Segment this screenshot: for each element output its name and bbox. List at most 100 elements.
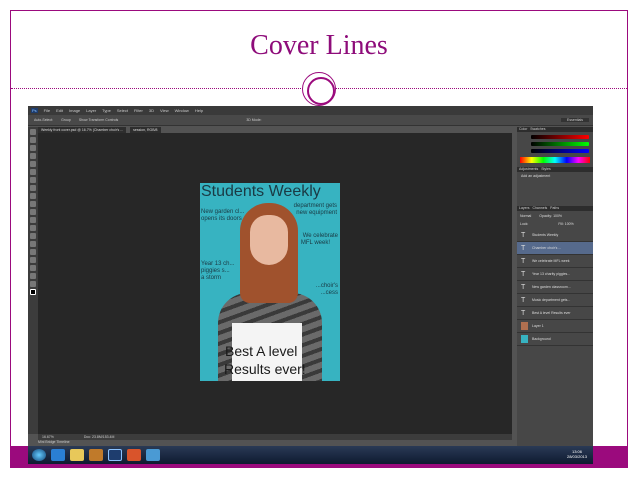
cover-line: ...cess	[320, 290, 338, 296]
cover-line: Year 13 ch...	[201, 261, 235, 267]
text-layer-icon: T	[521, 270, 526, 278]
menu-window[interactable]: Window	[175, 108, 189, 113]
layer-row[interactable]: T Year 13 charity piggies...	[517, 268, 593, 281]
fill-field[interactable]: Fill: 100%	[558, 222, 573, 226]
tab-paths[interactable]: Paths	[550, 206, 559, 210]
healing-tool-icon[interactable]	[30, 177, 36, 183]
hand-tool-icon[interactable]	[30, 273, 36, 279]
media-player-icon[interactable]	[89, 449, 103, 461]
crop-tool-icon[interactable]	[30, 161, 36, 167]
doc-size: Doc: 23.8M/153.4M	[83, 435, 115, 439]
menu-file[interactable]: File	[44, 108, 50, 113]
cover-line: We celebrate	[302, 233, 338, 239]
toolbox	[28, 127, 38, 434]
group-select[interactable]: Group	[61, 118, 71, 122]
adjustment-icons[interactable]	[517, 180, 593, 206]
eraser-tool-icon[interactable]	[30, 209, 36, 215]
snipping-tool-icon[interactable]	[146, 449, 160, 461]
3d-mode-label: 3D Mode:	[246, 118, 262, 122]
photoshop-icon[interactable]	[108, 449, 122, 461]
layer-row[interactable]: T New garden classroom...	[517, 281, 593, 294]
zoom-tool-icon[interactable]	[30, 281, 36, 287]
cover-line: new equipment	[296, 210, 337, 216]
menu-edit[interactable]: Edit	[56, 108, 63, 113]
circle-ornament-icon	[302, 72, 336, 106]
text-layer-icon: T	[521, 244, 526, 252]
text-layer-icon: T	[521, 283, 526, 291]
menu-help[interactable]: Help	[195, 108, 203, 113]
color-swatches-icon[interactable]	[30, 289, 36, 295]
text-layer-icon: T	[521, 309, 526, 317]
menu-filter[interactable]: Filter	[134, 108, 143, 113]
explorer-icon[interactable]	[70, 449, 84, 461]
layer-name: New garden classroom...	[532, 285, 571, 289]
zoom-level[interactable]: 16.67%	[42, 435, 54, 439]
slide-title: Cover Lines	[250, 30, 388, 61]
tab-channels[interactable]: Channels	[532, 206, 547, 210]
green-slider[interactable]	[531, 142, 589, 146]
eyedropper-tool-icon[interactable]	[30, 169, 36, 175]
cover-line: MFL week!	[300, 240, 330, 246]
layers-list: T Students Weekly T Chamber choir's ... T W…	[517, 229, 593, 346]
tab-styles[interactable]: Styles	[541, 167, 551, 171]
marquee-tool-icon[interactable]	[30, 137, 36, 143]
text-layer-icon: T	[521, 296, 526, 304]
menu-view[interactable]: View	[160, 108, 169, 113]
layer-row[interactable]: Background	[517, 333, 593, 346]
path-select-tool-icon[interactable]	[30, 257, 36, 263]
canvas-area[interactable]: Students Weekly department gets new equi…	[38, 133, 512, 434]
red-slider[interactable]	[531, 135, 589, 139]
start-button-icon[interactable]	[32, 449, 46, 461]
powerpoint-icon[interactable]	[127, 449, 141, 461]
layer-name: Music department gets...	[532, 298, 571, 302]
options-bar: Auto-Select: Group Show Transform Contro…	[28, 115, 593, 126]
panels-column: Color Swatches Adjustments Styles Add an…	[517, 127, 593, 446]
menu-layer[interactable]: Layer	[86, 108, 96, 113]
shape-tool-icon[interactable]	[30, 265, 36, 271]
stamp-tool-icon[interactable]	[30, 193, 36, 199]
dodge-tool-icon[interactable]	[30, 233, 36, 239]
tab-swatches[interactable]: Swatches	[530, 127, 545, 131]
layer-name: Students Weekly	[532, 233, 559, 237]
color-spectrum[interactable]	[520, 157, 590, 163]
menu-select[interactable]: Select	[117, 108, 128, 113]
layer-row[interactable]: T Chamber choir's ...	[517, 242, 593, 255]
text-layer-icon: T	[521, 231, 526, 239]
pen-tool-icon[interactable]	[30, 241, 36, 247]
opacity-field[interactable]: Opacity: 100%	[539, 214, 562, 218]
lock-label: Lock:	[520, 222, 529, 226]
lasso-tool-icon[interactable]	[30, 145, 36, 151]
history-brush-icon[interactable]	[30, 201, 36, 207]
menu-image[interactable]: Image	[69, 108, 80, 113]
menu-type[interactable]: Type	[102, 108, 111, 113]
workspace-select[interactable]: Essentials	[561, 118, 589, 122]
tab-color[interactable]: Color	[519, 127, 527, 131]
layer-name: Background	[532, 337, 551, 341]
tab-layers[interactable]: Layers	[519, 206, 530, 210]
transform-controls-checkbox[interactable]: Show Transform Controls	[79, 118, 119, 122]
tab-adjustments[interactable]: Adjustments	[519, 167, 538, 171]
type-tool-icon[interactable]	[30, 249, 36, 255]
system-clock[interactable]: 13:06 28/03/2013	[567, 449, 587, 459]
layer-row[interactable]: T Best A level Results ever	[517, 307, 593, 320]
masthead: Students Weekly	[201, 183, 321, 200]
ps-logo-icon: Ps	[31, 108, 38, 113]
layer-row[interactable]: Layer 1	[517, 320, 593, 333]
blur-tool-icon[interactable]	[30, 225, 36, 231]
blend-mode-select[interactable]: Normal	[520, 214, 531, 218]
headline: Best A level	[225, 343, 298, 359]
quick-select-tool-icon[interactable]	[30, 153, 36, 159]
menu-bar: Ps File Edit Image Layer Type Select Fil…	[28, 106, 593, 115]
move-tool-icon[interactable]	[30, 129, 36, 135]
ie-icon[interactable]	[51, 449, 65, 461]
menu-3d[interactable]: 3D	[149, 108, 154, 113]
cover-line: opens its doors	[201, 216, 242, 222]
gradient-tool-icon[interactable]	[30, 217, 36, 223]
blue-slider[interactable]	[531, 149, 589, 153]
text-layer-icon: T	[521, 257, 526, 265]
auto-select-checkbox[interactable]: Auto-Select:	[34, 118, 53, 122]
brush-tool-icon[interactable]	[30, 185, 36, 191]
layer-row[interactable]: T We celebrate MFL week	[517, 255, 593, 268]
layer-row[interactable]: T Music department gets...	[517, 294, 593, 307]
layer-row[interactable]: T Students Weekly	[517, 229, 593, 242]
